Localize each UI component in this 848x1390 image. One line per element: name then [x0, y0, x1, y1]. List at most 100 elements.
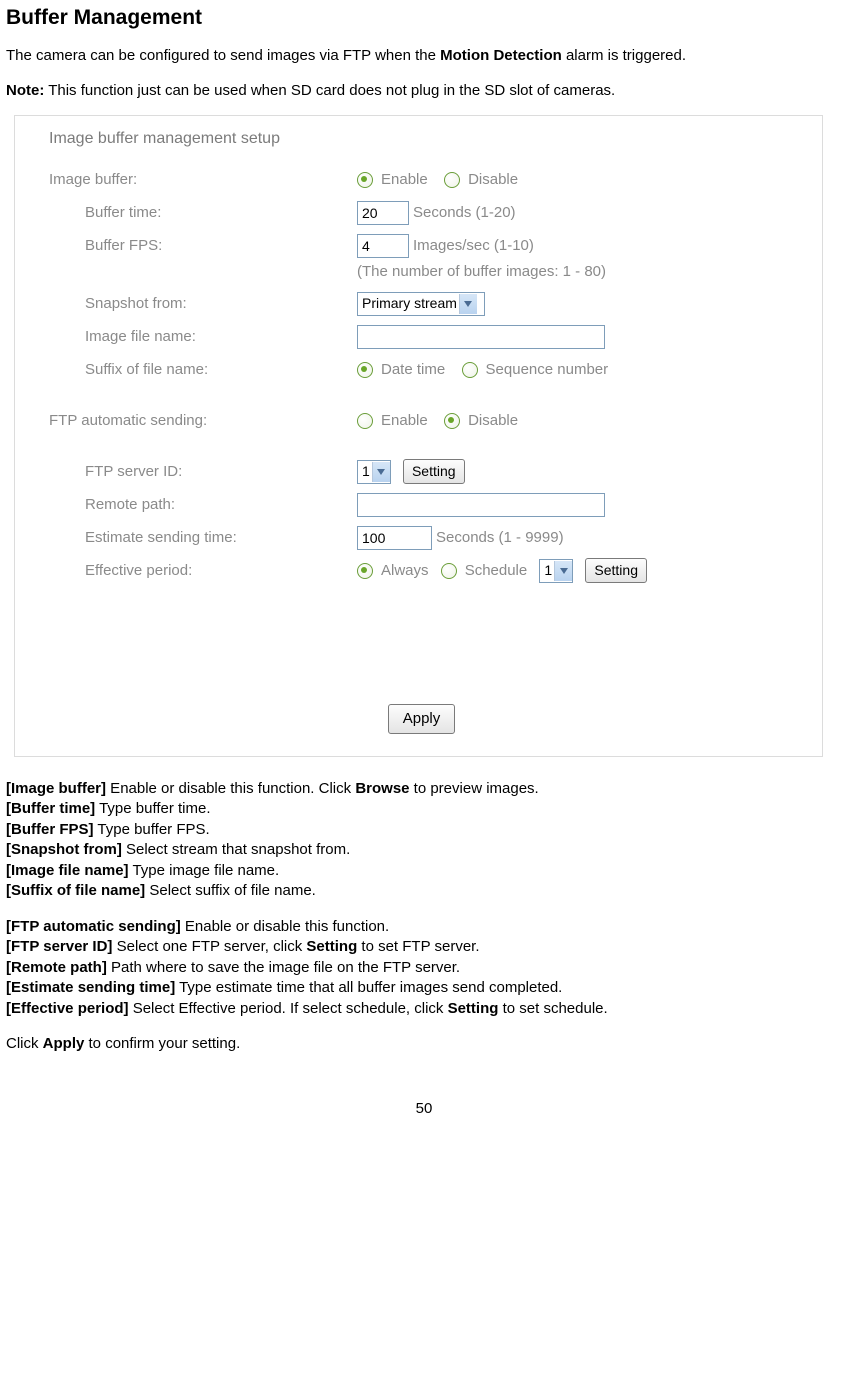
- def-text: Select stream that snapshot from.: [122, 841, 350, 858]
- text: to confirm your setting.: [84, 1035, 240, 1052]
- text: The camera can be configured to send ima…: [6, 47, 440, 64]
- def-text: Select Effective period. If select sched…: [129, 1000, 448, 1017]
- def-key: [Buffer FPS]: [6, 821, 94, 838]
- row-image-file-name: Image file name:: [49, 324, 794, 350]
- note-text: Note: This function just can be used whe…: [6, 81, 842, 101]
- def-key: [Snapshot from]: [6, 841, 122, 858]
- def-text-bold: Setting: [306, 938, 357, 955]
- row-ftp-server-id: FTP server ID: 1 Setting: [49, 459, 794, 485]
- label-ftp-auto: FTP automatic sending:: [49, 411, 357, 431]
- panel-title: Image buffer management setup: [49, 128, 794, 150]
- def-text: Enable or disable this function.: [181, 918, 389, 935]
- chevron-down-icon: [372, 462, 390, 482]
- radio-effective-schedule[interactable]: [441, 563, 457, 579]
- radio-label: Schedule: [465, 561, 528, 581]
- definitions-block-1: [Image buffer] Enable or disable this fu…: [6, 779, 842, 901]
- label-image-buffer: Image buffer:: [49, 170, 357, 190]
- schedule-setting-button[interactable]: Setting: [585, 558, 647, 583]
- radio-label: Disable: [468, 411, 518, 431]
- chevron-down-icon: [554, 561, 572, 581]
- page-number: 50: [6, 1099, 842, 1119]
- text: alarm is triggered.: [562, 47, 686, 64]
- outro-text: Click Apply to confirm your setting.: [6, 1034, 842, 1054]
- apply-button[interactable]: Apply: [388, 704, 456, 734]
- def-text: to set schedule.: [498, 1000, 607, 1017]
- input-remote-path[interactable]: [357, 493, 605, 517]
- select-ftp-server-id[interactable]: 1: [357, 460, 391, 484]
- radio-label: Date time: [381, 360, 445, 380]
- select-value: Primary stream: [362, 294, 457, 313]
- definitions-block-2: [FTP automatic sending] Enable or disabl…: [6, 917, 842, 1019]
- label-buffer-fps: Buffer FPS:: [49, 236, 357, 256]
- input-buffer-time[interactable]: [357, 201, 409, 225]
- row-buffer-time: Buffer time: Seconds (1-20): [49, 200, 794, 226]
- def-text: Type image file name.: [129, 862, 280, 879]
- def-key: [Image buffer]: [6, 780, 106, 797]
- def-text: Select suffix of file name.: [145, 882, 316, 899]
- text-bold: Motion Detection: [440, 47, 562, 64]
- radio-ftp-disable[interactable]: [444, 413, 460, 429]
- radio-label: Sequence number: [486, 360, 609, 380]
- radio-image-buffer-disable[interactable]: [444, 172, 460, 188]
- radio-ftp-enable[interactable]: [357, 413, 373, 429]
- input-image-file-name[interactable]: [357, 325, 605, 349]
- select-snapshot-from[interactable]: Primary stream: [357, 292, 485, 316]
- def-key: [Estimate sending time]: [6, 979, 175, 996]
- def-text: Path where to save the image file on the…: [107, 959, 460, 976]
- settings-panel: Image buffer management setup Image buff…: [14, 115, 823, 757]
- select-value: 1: [362, 462, 370, 481]
- text-bold: Apply: [43, 1035, 85, 1052]
- select-schedule-id[interactable]: 1: [539, 559, 573, 583]
- radio-label: Enable: [381, 411, 428, 431]
- ftp-setting-button[interactable]: Setting: [403, 459, 465, 484]
- label-effective-period: Effective period:: [49, 561, 357, 581]
- def-key: [FTP automatic sending]: [6, 918, 181, 935]
- unit-text: Seconds (1-20): [413, 203, 516, 223]
- page-title: Buffer Management: [6, 4, 842, 32]
- def-text: to preview images.: [410, 780, 539, 797]
- def-key: [Buffer time]: [6, 800, 95, 817]
- row-buffer-fps: Buffer FPS: Images/sec (1-10): [49, 233, 794, 259]
- label-buffer-time: Buffer time:: [49, 203, 357, 223]
- label-snapshot-from: Snapshot from:: [49, 294, 357, 314]
- radio-label: Enable: [381, 170, 428, 190]
- intro-text: The camera can be configured to send ima…: [6, 46, 842, 66]
- radio-label: Disable: [468, 170, 518, 190]
- note-label: Note:: [6, 82, 44, 99]
- label-ftp-server-id: FTP server ID:: [49, 462, 357, 482]
- row-estimate-time: Estimate sending time: Seconds (1 - 9999…: [49, 525, 794, 551]
- row-image-buffer: Image buffer: Enable Disable: [49, 167, 794, 193]
- def-text-bold: Setting: [448, 1000, 499, 1017]
- select-value: 1: [544, 561, 552, 580]
- label-image-file-name: Image file name:: [49, 327, 357, 347]
- input-buffer-fps[interactable]: [357, 234, 409, 258]
- def-key: [Image file name]: [6, 862, 129, 879]
- def-text: Type estimate time that all buffer image…: [175, 979, 562, 996]
- input-estimate-time[interactable]: [357, 526, 432, 550]
- def-text: Type buffer FPS.: [94, 821, 210, 838]
- def-key: [FTP server ID]: [6, 938, 112, 955]
- row-suffix: Suffix of file name: Date time Sequence …: [49, 357, 794, 383]
- text: Click: [6, 1035, 43, 1052]
- def-text: Type buffer time.: [95, 800, 210, 817]
- def-text: Enable or disable this function. Click: [106, 780, 355, 797]
- text: This function just can be used when SD c…: [44, 82, 615, 99]
- label-estimate-time: Estimate sending time:: [49, 528, 357, 548]
- def-text: to set FTP server.: [357, 938, 479, 955]
- def-key: [Remote path]: [6, 959, 107, 976]
- label-suffix: Suffix of file name:: [49, 360, 357, 380]
- radio-suffix-datetime[interactable]: [357, 362, 373, 378]
- radio-effective-always[interactable]: [357, 563, 373, 579]
- def-text: Select one FTP server, click: [112, 938, 306, 955]
- chevron-down-icon: [459, 294, 477, 314]
- def-key: [Effective period]: [6, 1000, 129, 1017]
- radio-image-buffer-enable[interactable]: [357, 172, 373, 188]
- radio-label: Always: [381, 561, 429, 581]
- def-text-bold: Browse: [355, 780, 409, 797]
- unit-text: Seconds (1 - 9999): [436, 528, 564, 548]
- row-ftp-auto: FTP automatic sending: Enable Disable: [49, 408, 794, 434]
- def-key: [Suffix of file name]: [6, 882, 145, 899]
- unit-text: Images/sec (1-10): [413, 236, 534, 256]
- radio-suffix-seqnum[interactable]: [462, 362, 478, 378]
- row-remote-path: Remote path:: [49, 492, 794, 518]
